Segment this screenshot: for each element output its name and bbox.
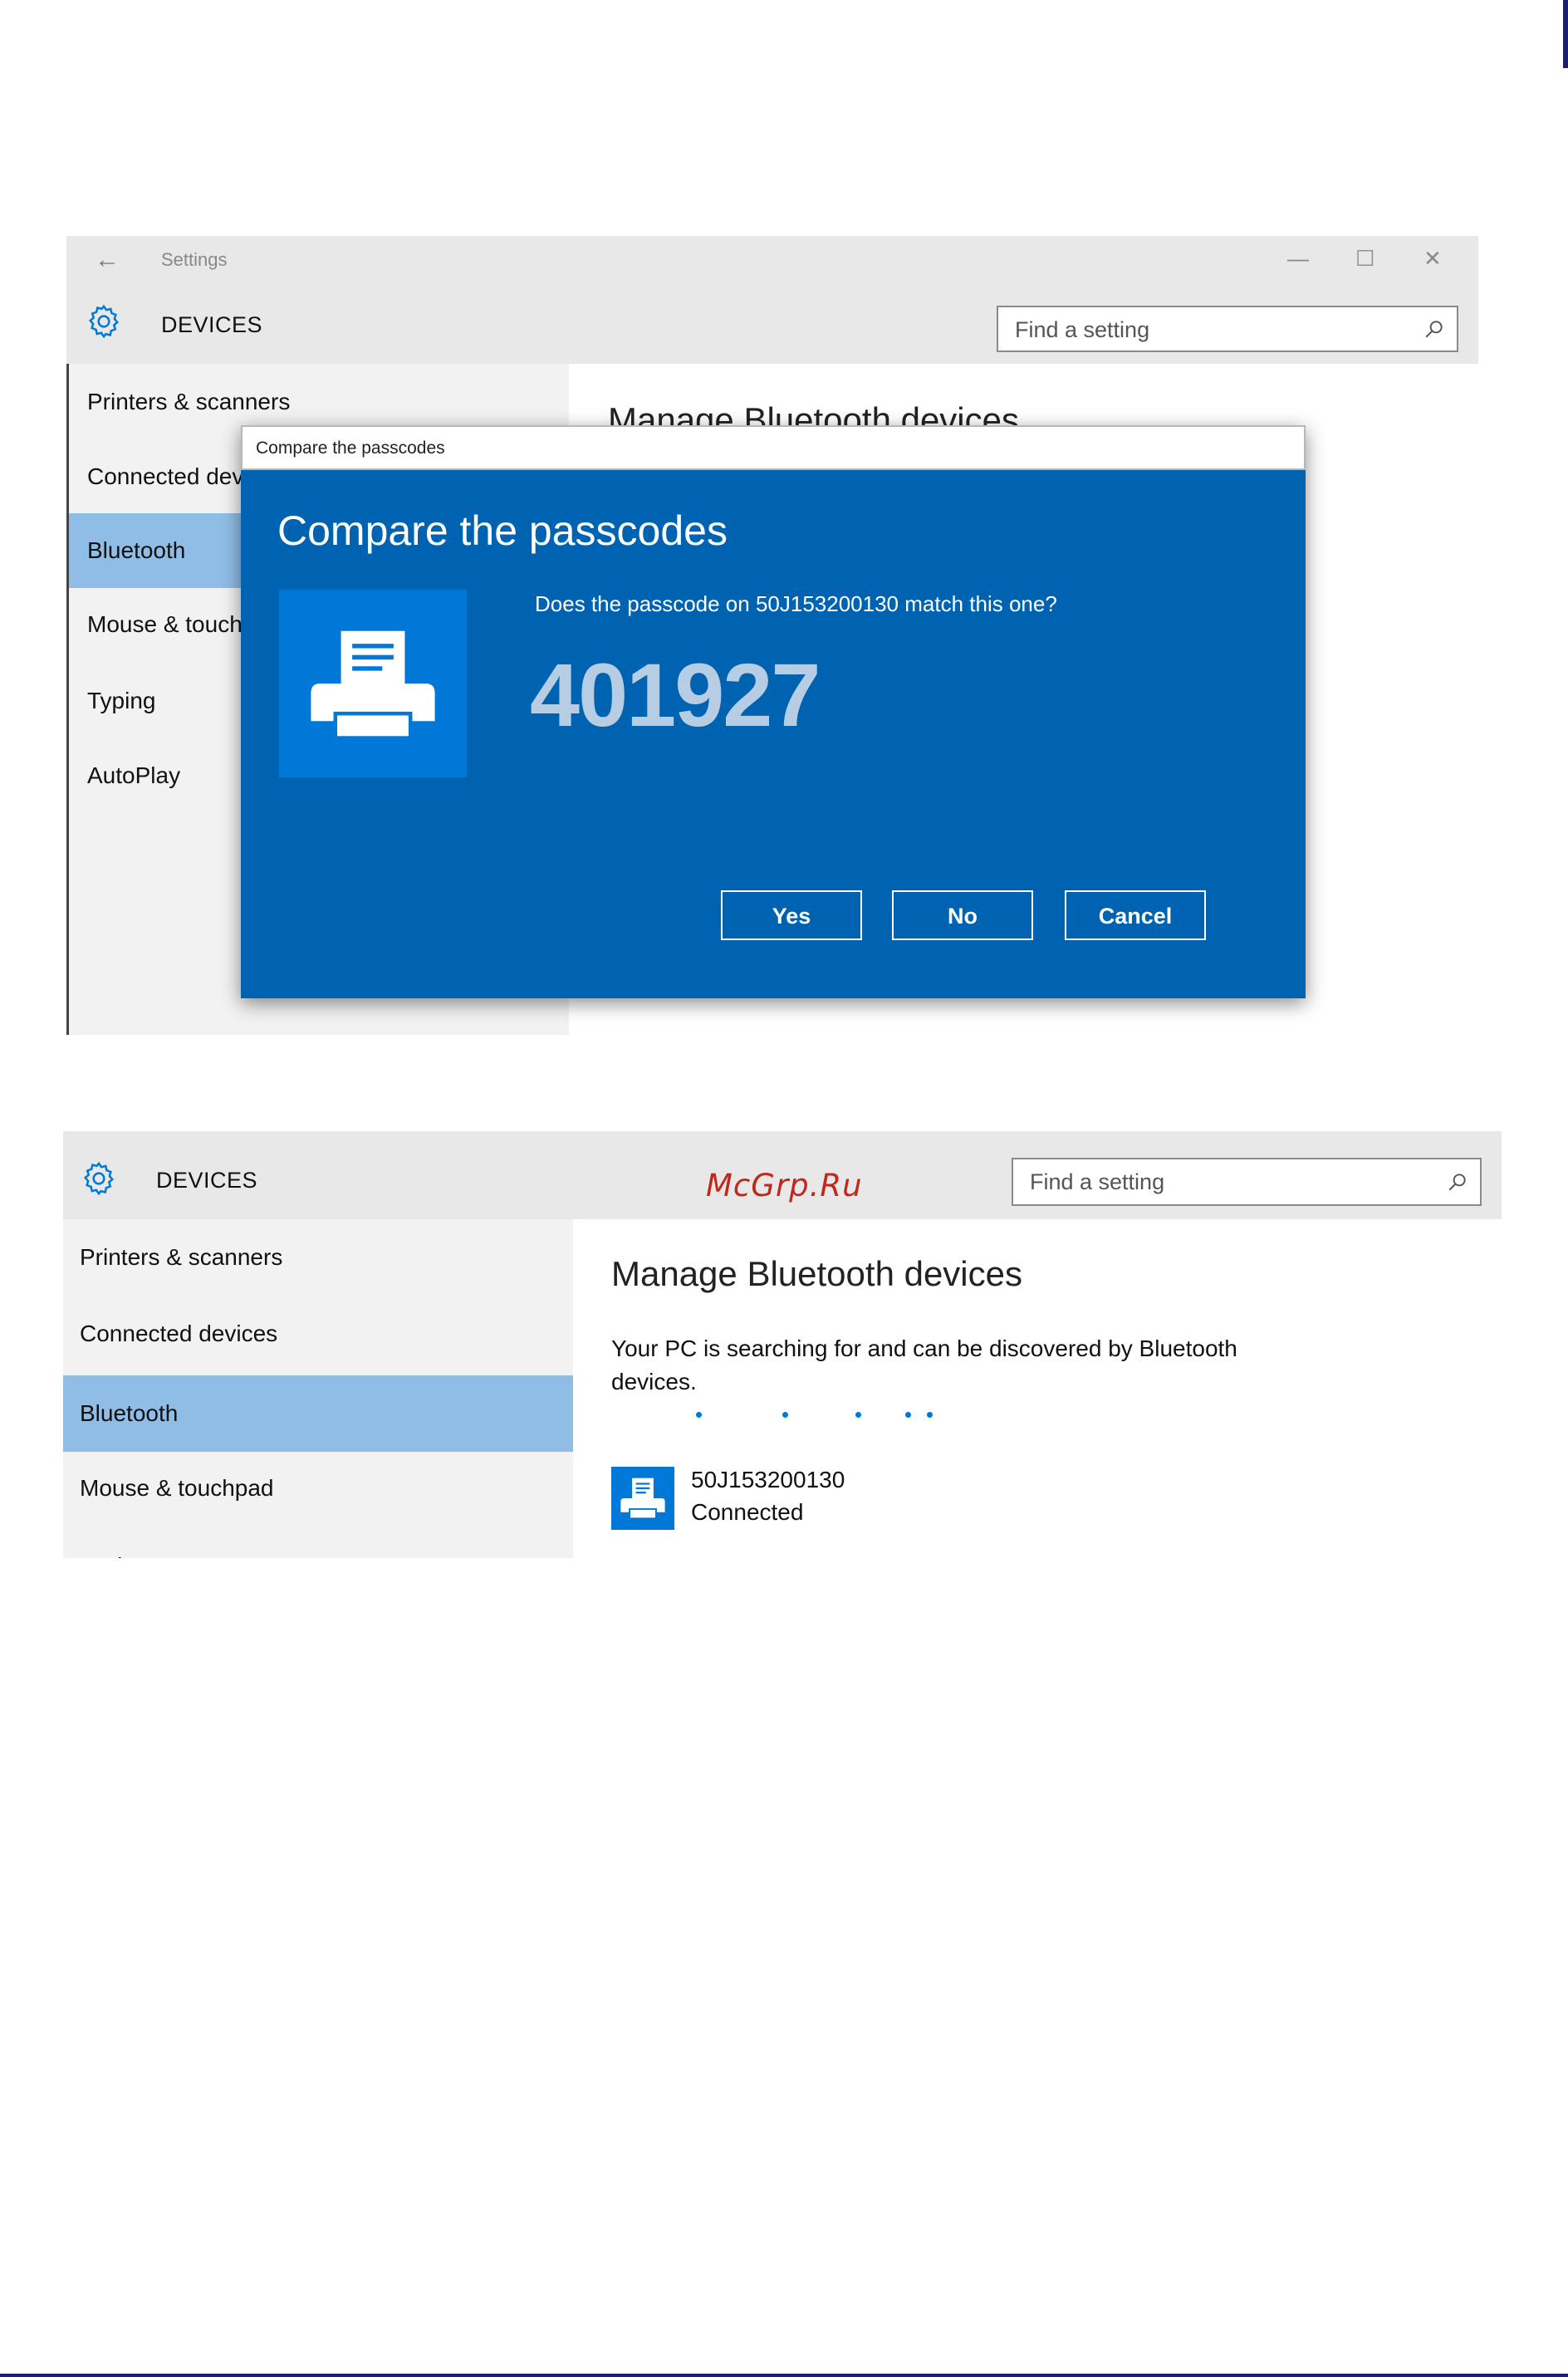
printer-icon	[311, 630, 435, 740]
gear-icon	[83, 1161, 115, 1196]
compare-passcodes-dialog: Compare the passcodes Compare the passco…	[241, 425, 1306, 998]
header: DEVICES Find a setting	[66, 287, 1478, 364]
sidebar-item-printers-scanners[interactable]: Printers & scanners	[63, 1228, 573, 1287]
sidebar-item-typing[interactable]: Typing	[63, 1536, 573, 1558]
watermark: McGrp.Ru	[706, 1168, 863, 1203]
cancel-button[interactable]: Cancel	[1065, 890, 1206, 940]
discovery-status: Your PC is searching for and can be disc…	[611, 1336, 1237, 1394]
sidebar-item-printers-scanners[interactable]: Printers & scanners	[69, 372, 569, 432]
dialog-heading: Compare the passcodes	[277, 507, 728, 554]
dialog-question: Does the passcode on 50J153200130 match …	[535, 591, 1057, 616]
yes-button[interactable]: Yes	[721, 890, 862, 940]
sidebar-item-connected-devices[interactable]: Connected devices	[63, 1304, 573, 1364]
passcode: 401927	[530, 644, 821, 745]
close-button[interactable]: ✕	[1423, 246, 1442, 272]
device-list-item-icon[interactable]	[611, 1467, 674, 1530]
section-title: DEVICES	[161, 312, 263, 337]
device-tile	[279, 590, 467, 777]
no-button[interactable]: No	[892, 890, 1033, 940]
back-arrow-icon[interactable]: ←	[95, 246, 120, 274]
page-edge-tab	[1563, 0, 1568, 68]
search-placeholder: Find a setting	[1030, 1169, 1165, 1194]
maximize-button[interactable]: ☐	[1355, 246, 1374, 272]
dialog-title-bar: Compare the passcodes	[241, 425, 1306, 470]
sidebar-item-mouse-touchpad[interactable]: Mouse & touchpad	[63, 1458, 573, 1518]
minimize-button[interactable]: —	[1287, 246, 1309, 272]
section-title: DEVICES	[156, 1168, 258, 1193]
progress-dot	[905, 1412, 911, 1418]
search-placeholder: Find a setting	[1015, 317, 1150, 342]
gear-icon	[88, 304, 120, 339]
dialog-bar-title: Compare the passcodes	[256, 439, 445, 458]
settings-window-with-dialog: ← Settings — ☐ ✕ DEVICES Find a setting …	[66, 236, 1478, 1035]
content-title: Manage Bluetooth devices	[611, 1254, 1022, 1293]
search-input[interactable]: Find a setting	[1012, 1158, 1482, 1206]
printer-icon	[620, 1478, 665, 1520]
search-icon[interactable]	[1423, 318, 1445, 340]
device-name[interactable]: 50J153200130	[691, 1467, 845, 1493]
search-input[interactable]: Find a setting	[997, 306, 1458, 352]
title-bar: ← Settings — ☐ ✕	[66, 236, 1478, 287]
page-bottom-rule	[0, 2374, 1568, 2377]
sidebar: Printers & scanners Connected devices Bl…	[63, 1219, 573, 1558]
search-icon[interactable]	[1447, 1171, 1468, 1193]
sidebar-item-bluetooth[interactable]: Bluetooth	[63, 1375, 573, 1452]
app-title: Settings	[161, 249, 228, 270]
progress-dot	[927, 1412, 933, 1418]
progress-dot	[782, 1412, 788, 1418]
progress-dot	[855, 1412, 861, 1418]
progress-dot	[696, 1412, 702, 1418]
device-status: Connected	[691, 1499, 804, 1525]
